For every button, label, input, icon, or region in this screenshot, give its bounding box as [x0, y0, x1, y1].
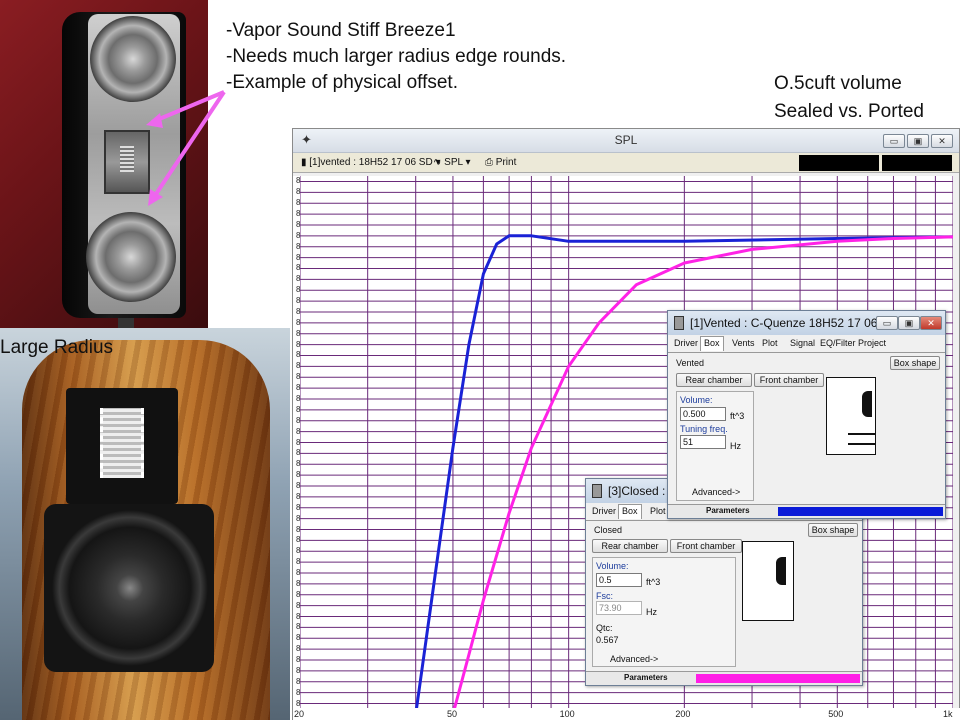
annotation-notes: -Vapor Sound Stiff Breeze1 -Needs much l… — [226, 18, 566, 96]
fsc-input[interactable]: 73.90 — [596, 601, 642, 615]
tuning-unit: Hz — [730, 441, 741, 451]
project-selector-label: [1]vented : 18H52 17 06 SD — [309, 157, 433, 168]
fsc-unit: Hz — [646, 607, 657, 617]
project-selector[interactable]: ▮ [1]vented : 18H52 17 06 SD ▾ — [301, 157, 441, 168]
fsc-label: Fsc: — [596, 591, 613, 601]
speaker-stand — [118, 318, 134, 328]
minimize-button[interactable]: ▭ — [883, 134, 905, 148]
speaker-photo-bottom — [0, 328, 290, 720]
ribbon-tweeter-large — [100, 408, 144, 478]
upper-woofer — [90, 16, 176, 102]
vented-status-color — [778, 507, 943, 516]
volume-label: Volume: — [680, 395, 713, 405]
vented-box-port — [848, 433, 876, 435]
tab-driver[interactable]: Driver — [592, 506, 616, 516]
maximize-button[interactable]: ▣ — [898, 316, 920, 330]
tab-plot[interactable]: Plot — [762, 338, 778, 348]
spl-title: SPL — [614, 133, 638, 147]
tab-signal[interactable]: Signal — [790, 338, 815, 348]
x-axis-labels: 20 50 100 200 500 1k — [293, 708, 960, 720]
close-button[interactable]: ✕ — [931, 134, 953, 148]
print-label: Print — [495, 157, 517, 168]
closed-status-bar: Parameters — [586, 671, 862, 685]
box-shape-button[interactable]: Box shape — [890, 356, 940, 370]
ribbon-tweeter — [120, 146, 134, 172]
tuning-label: Tuning freq. — [680, 424, 728, 434]
note-line-3: -Example of physical offset. — [226, 72, 458, 93]
readout-box-2 — [882, 155, 952, 171]
vented-dialog-titlebar[interactable]: [1]Vented : C-Quenze 18H52 17 06 SD ▭ ▣ … — [668, 311, 945, 335]
vented-box-driver-icon — [862, 391, 872, 417]
spl-selector-label: SPL — [444, 157, 463, 168]
vented-dialog: [1]Vented : C-Quenze 18H52 17 06 SD ▭ ▣ … — [667, 310, 946, 519]
lower-woofer — [86, 212, 176, 302]
close-button[interactable]: ✕ — [920, 316, 942, 330]
minimize-button[interactable]: ▭ — [876, 316, 898, 330]
advanced-link[interactable]: Advanced-> — [610, 654, 658, 664]
x-tick-label: 100 — [559, 709, 575, 719]
vented-dialog-tabs: Driver Box Vents Plot Signal EQ/Filter P… — [668, 335, 945, 353]
x-tick-label: 20 — [294, 709, 305, 719]
x-tick-label: 200 — [675, 709, 691, 719]
front-chamber-button[interactable]: Front chamber — [670, 539, 742, 553]
vented-dialog-title: [1]Vented : C-Quenze 18H52 17 06 SD — [690, 316, 898, 330]
note-line-1: -Vapor Sound Stiff Breeze1 — [226, 20, 456, 41]
tuning-input[interactable]: 51 — [680, 435, 726, 449]
volume-input[interactable]: 0.500 — [680, 407, 726, 421]
closed-status-color — [696, 674, 860, 683]
qtc-value: 0.567 — [596, 635, 619, 645]
dialog-icon — [674, 316, 684, 330]
x-tick-label: 500 — [828, 709, 844, 719]
readout-box-1 — [799, 155, 879, 171]
tab-vents[interactable]: Vents — [732, 338, 755, 348]
tab-driver[interactable]: Driver — [674, 338, 698, 348]
x-tick-label: 1k — [943, 709, 953, 719]
vented-status-label: Parameters — [706, 506, 750, 515]
tab-box[interactable]: Box — [700, 336, 724, 351]
volume-input[interactable]: 0.5 — [596, 573, 642, 587]
rear-chamber-button[interactable]: Rear chamber — [592, 539, 668, 553]
front-chamber-button[interactable]: Front chamber — [754, 373, 824, 387]
advanced-link[interactable]: Advanced-> — [692, 487, 740, 497]
vented-status-bar: Parameters — [668, 504, 945, 518]
vented-box-port — [848, 443, 876, 445]
closed-type-label: Closed — [594, 525, 623, 535]
closed-box-diagram — [742, 541, 794, 621]
large-radius-label: Large Radius — [0, 337, 114, 358]
volume-note-line-1: O.5cuft volume — [774, 73, 902, 94]
dialog-icon — [592, 484, 602, 498]
volume-label: Volume: — [596, 561, 629, 571]
qtc-label: Qtc: — [596, 623, 613, 633]
volume-unit: ft^3 — [646, 577, 661, 587]
speaker-photo-top — [0, 0, 208, 328]
closed-box-driver-icon — [776, 557, 786, 585]
tab-eq-filter[interactable]: EQ/Filter — [820, 338, 856, 348]
spl-toolbar: ▮ [1]vented : 18H52 17 06 SD ▾ ∿ SPL ▾ ⎙… — [293, 153, 959, 173]
maximize-button[interactable]: ▣ — [907, 134, 929, 148]
volume-unit: ft^3 — [730, 411, 745, 421]
spl-titlebar[interactable]: ✦ SPL ▭ ▣ ✕ — [293, 129, 959, 153]
volume-note-line-2: Sealed vs. Ported — [774, 101, 924, 122]
rear-chamber-button[interactable]: Rear chamber — [676, 373, 752, 387]
box-shape-button[interactable]: Box shape — [808, 523, 858, 537]
tab-plot[interactable]: Plot — [650, 506, 666, 516]
closed-status-label: Parameters — [624, 673, 668, 682]
x-tick-label: 50 — [446, 709, 457, 719]
tab-project[interactable]: Project — [858, 338, 886, 348]
spl-selector[interactable]: ∿ SPL ▾ — [433, 157, 471, 168]
vented-type-label: Vented — [676, 358, 705, 368]
print-button[interactable]: ⎙ Print — [485, 157, 516, 168]
tab-box[interactable]: Box — [618, 504, 642, 519]
volume-note: O.5cuft volume Sealed vs. Ported — [774, 70, 924, 126]
woofer-cone — [52, 510, 208, 666]
note-line-2: -Needs much larger radius edge rounds. — [226, 46, 567, 67]
slide: Large Radius -Vapor Sound Stiff Breeze1 … — [0, 0, 960, 720]
